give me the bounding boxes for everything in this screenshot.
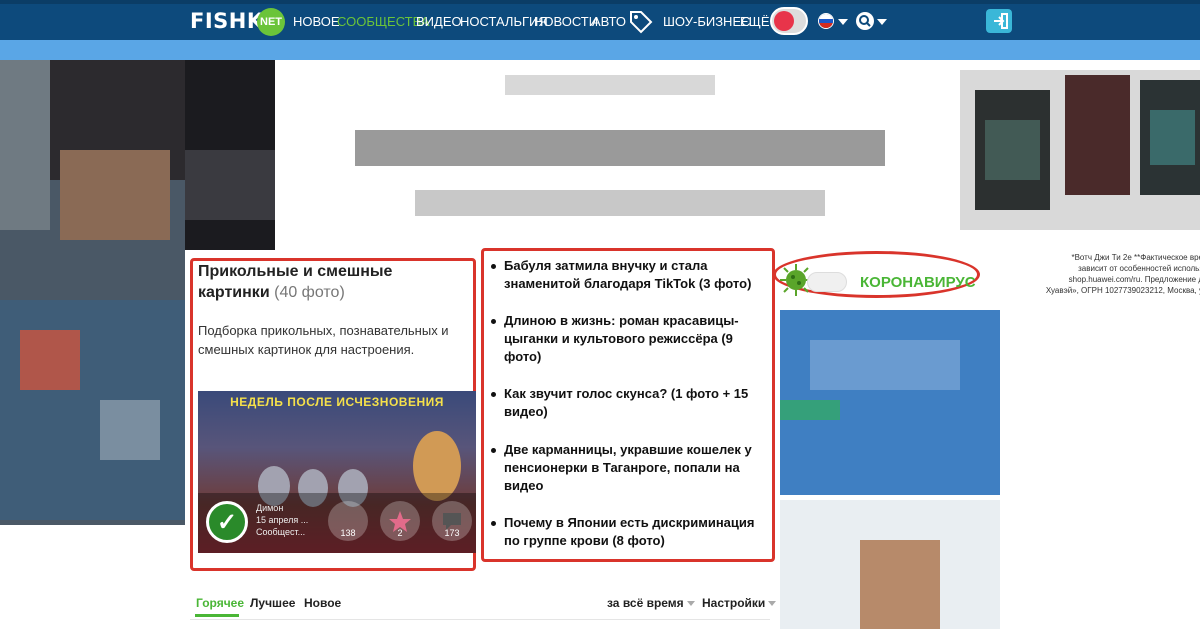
bullet — [491, 319, 496, 324]
thumbnail-headline: НЕДЕЛЬ ПОСЛЕ ИСЧЕЗНОВЕНИЯ — [230, 395, 444, 409]
verified-check-icon: ✓ — [206, 501, 248, 543]
settings-dropdown[interactable]: Настройки — [702, 596, 777, 610]
feed-tabs: Горячее Лучшее Новое за всё время Настро… — [190, 590, 777, 620]
active-tab-indicator — [195, 614, 239, 617]
nav-item-video[interactable]: ВИДЕО — [416, 14, 462, 29]
nav-item-new[interactable]: НОВОЕ — [293, 14, 340, 29]
bullet — [491, 448, 496, 453]
post-date: 15 апреля ... — [256, 515, 309, 525]
fine-print-line: *Вотч Джи Ти 2е **Фактическое вре — [1071, 253, 1200, 262]
pig-avatar-icon — [774, 11, 794, 31]
tab-new[interactable]: Новое — [304, 596, 341, 610]
article-card[interactable]: Прикольные и смешные картинки (40 фото) … — [190, 258, 476, 571]
search-icon[interactable] — [856, 12, 874, 30]
top-navigation-bar: FISHKI NET НОВОЕ СООБЩЕСТВА ВИДЕО НОСТАЛ… — [0, 0, 1200, 40]
news-list-item[interactable]: Почему в Японии есть дискриминация по гр… — [491, 514, 766, 550]
fine-print-line: shop.huawei.com/ru. Предложение д — [1068, 275, 1200, 284]
fine-print-line: Хуавэй», ОГРН 1027739023212, Москва, у — [1045, 286, 1200, 295]
chevron-down-icon — [686, 601, 695, 607]
ad-banner-strip — [0, 40, 1200, 60]
search-chevron-down-icon[interactable] — [877, 19, 887, 25]
news-list: Бабуля затмила внучку и стала знаменитой… — [481, 248, 775, 562]
logo-net-badge[interactable]: NET — [257, 8, 285, 36]
comments-count: 173 — [444, 528, 460, 538]
nav-item-news[interactable]: НОВОСТИ — [534, 14, 598, 29]
news-link[interactable]: Почему в Японии есть дискриминация по гр… — [504, 515, 754, 548]
news-link[interactable]: Длиною в жизнь: роман красавицы-цыганки … — [504, 313, 739, 364]
coronavirus-link[interactable]: КОРОНАВИРУС — [860, 274, 976, 291]
tab-best[interactable]: Лучшее — [250, 596, 295, 610]
nav-item-more[interactable]: ЕЩЁ — [740, 14, 770, 29]
bullet — [491, 264, 496, 269]
article-thumbnail[interactable]: НЕДЕЛЬ ПОСЛЕ ИСЧЕЗНОВЕНИЯ ✓ Димон 15 апр… — [198, 391, 476, 553]
login-icon[interactable] — [986, 9, 1012, 33]
settings-label: Настройки — [702, 596, 766, 610]
coronavirus-toggle[interactable] — [807, 272, 847, 292]
tab-hot[interactable]: Горячее — [196, 596, 244, 610]
photo-count: (40 фото) — [274, 284, 345, 301]
user-avatar[interactable] — [770, 7, 808, 35]
chevron-down-icon — [768, 601, 777, 607]
bullet — [491, 521, 496, 526]
russia-flag-icon[interactable] — [818, 13, 834, 29]
news-list-item[interactable]: Как звучит голос скунса? (1 фото + 15 ви… — [491, 385, 766, 421]
puss-in-boots-figure — [413, 431, 461, 501]
favorites-count: 2 — [397, 528, 403, 538]
post-section[interactable]: Сообщест... — [256, 527, 305, 537]
period-dropdown-label: за всё время — [607, 596, 684, 610]
news-list-item[interactable]: Бабуля затмила внучку и стала знаменитой… — [491, 257, 766, 293]
views-count: 138 — [340, 528, 356, 538]
nav-item-showbiz[interactable]: ШОУ-БИЗНЕС — [663, 14, 751, 29]
news-link[interactable]: Две карманницы, укравшие кошелек у пенси… — [504, 442, 752, 493]
article-title[interactable]: Прикольные и смешные картинки (40 фото) — [198, 261, 468, 303]
author-name[interactable]: Димон — [256, 503, 283, 513]
news-list-item[interactable]: Длиною в жизнь: роман красавицы-цыганки … — [491, 312, 766, 366]
bullet — [491, 392, 496, 397]
ad-fine-print: *Вотч Джи Ти 2е **Фактическое вре зависи… — [1013, 252, 1200, 296]
language-chevron-down-icon[interactable] — [838, 19, 848, 25]
news-list-item[interactable]: Две карманницы, укравшие кошелек у пенси… — [491, 441, 766, 495]
news-link[interactable]: Бабуля затмила внучку и стала знаменитой… — [504, 258, 751, 291]
fine-print-line: зависит от особенностей использ — [1078, 264, 1200, 273]
period-dropdown[interactable]: за всё время — [607, 596, 695, 610]
news-link[interactable]: Как звучит голос скунса? (1 фото + 15 ви… — [504, 386, 748, 419]
tag-icon[interactable] — [627, 8, 655, 36]
article-description: Подборка прикольных, познавательных и см… — [198, 323, 449, 357]
nav-item-auto[interactable]: АВТО — [592, 14, 626, 29]
